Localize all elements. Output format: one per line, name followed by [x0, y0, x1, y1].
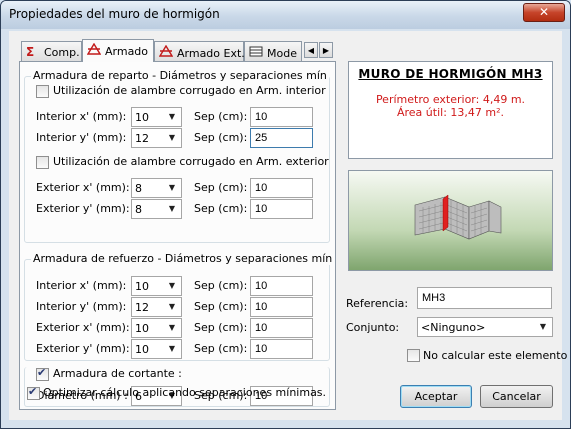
- refuerzo-exterior-x-select[interactable]: 10 ▼: [131, 318, 182, 338]
- preview-area: Área útil: 13,47 m².: [396, 106, 505, 119]
- tab-mode[interactable]: Mode: [244, 41, 302, 61]
- dropdown-arrow-icon: ▼: [168, 281, 176, 290]
- refuerzo-group-title: Armadura de refuerzo - Diámetros y separ…: [31, 252, 335, 265]
- reparto-row-label: Exterior y' (mm):: [36, 202, 130, 215]
- interior-wire-label: Utilización de alambre corrugado en Arm.…: [53, 84, 326, 97]
- refuerzo-exterior-y-sep-input[interactable]: [250, 339, 313, 359]
- reparto-group-title: Armadura de reparto - Diámetros y separa…: [31, 69, 329, 82]
- cortante-label: Armadura de cortante :: [53, 367, 182, 380]
- select-value: 12: [135, 132, 149, 145]
- dropdown-arrow-icon: ▼: [168, 133, 176, 142]
- tab-scroll-left-button[interactable]: ◀: [304, 42, 318, 58]
- close-button[interactable]: ✕: [523, 3, 565, 22]
- wall-3d-render-icon: [414, 194, 502, 240]
- reparto-exterior-x-select[interactable]: 8 ▼: [131, 178, 182, 198]
- select-value: 10: [135, 111, 149, 124]
- sep-label: Sep (cm):: [194, 181, 248, 194]
- sep-label: Sep (cm):: [194, 131, 248, 144]
- no-calcular-label: No calcular este elemento: [423, 349, 568, 362]
- tab-armado-label: Armado: [105, 45, 149, 58]
- sep-label: Sep (cm):: [194, 110, 248, 123]
- dropdown-arrow-icon: ▼: [168, 323, 176, 332]
- wall-3d-view[interactable]: [348, 170, 553, 271]
- dropdown-arrow-icon: ▼: [168, 183, 176, 192]
- optimize-checkbox[interactable]: [27, 385, 40, 400]
- preview-title: MURO DE HORMIGÓN MH3: [358, 67, 543, 81]
- refuerzo-interior-y-sep-input[interactable]: [250, 297, 313, 317]
- reparto-exterior-y-select[interactable]: 8 ▼: [131, 199, 182, 219]
- tab-armado[interactable]: Armado: [82, 39, 154, 62]
- exterior-wire-checkbox[interactable]: [36, 156, 49, 169]
- sep-label: Sep (cm):: [194, 300, 248, 313]
- refuerzo-row-label: Exterior y' (mm):: [36, 342, 130, 355]
- dropdown-arrow-icon: ▼: [539, 322, 547, 331]
- conjunto-label: Conjunto:: [346, 321, 400, 334]
- select-value: 8: [135, 203, 142, 216]
- rebar-icon: [86, 42, 102, 58]
- sep-label: Sep (cm):: [194, 279, 248, 292]
- refuerzo-group: Armadura de refuerzo - Diámetros y separ…: [24, 252, 335, 361]
- dropdown-arrow-icon: ▼: [168, 204, 176, 213]
- model-icon: [249, 45, 263, 60]
- optimize-label: Optimizar cálculo aplicando separaciones…: [43, 386, 327, 399]
- preview-perimeter: Perímetro exterior: 4,49 m.: [375, 93, 526, 106]
- select-value: <Ninguno>: [421, 321, 486, 334]
- dialog-window: Propiedades del muro de hormigón ✕ Σ Comp…: [0, 0, 571, 429]
- select-value: 10: [135, 322, 149, 335]
- sep-label: Sep (cm):: [194, 342, 248, 355]
- wall-info-preview: MURO DE HORMIGÓN MH3 Perímetro exterior:…: [348, 61, 553, 159]
- tab-armado-ext[interactable]: Armado Ext.: [154, 41, 245, 61]
- select-value: 12: [135, 301, 149, 314]
- referencia-label: Referencia:: [346, 297, 409, 310]
- sigma-icon: Σ: [26, 45, 35, 59]
- referencia-input[interactable]: [417, 287, 552, 309]
- dialog-client: Σ Comp. Armado Armado Ext. Mode ◀ ▶ Armad…: [9, 31, 567, 420]
- refuerzo-exterior-x-sep-input[interactable]: [250, 318, 313, 338]
- reparto-exterior-x-sep-input[interactable]: [250, 178, 313, 198]
- accept-button[interactable]: Aceptar: [400, 385, 472, 408]
- sep-label: Sep (cm):: [194, 321, 248, 334]
- dropdown-arrow-icon: ▼: [168, 344, 176, 353]
- tab-comp-label: Comp.: [44, 46, 80, 59]
- reparto-interior-x-sep-input[interactable]: [250, 107, 313, 127]
- reparto-group: Armadura de reparto - Diámetros y separa…: [24, 69, 330, 243]
- cortante-checkbox[interactable]: [36, 366, 49, 381]
- refuerzo-interior-y-select[interactable]: 12 ▼: [131, 297, 182, 317]
- sep-label: Sep (cm):: [194, 202, 248, 215]
- rebar-icon: [158, 44, 174, 60]
- reparto-interior-y-select[interactable]: 12 ▼: [131, 128, 182, 148]
- interior-wire-checkbox[interactable]: [36, 85, 49, 98]
- exterior-wire-label: Utilización de alambre corrugado en Arm.…: [53, 155, 329, 168]
- cancel-button[interactable]: Cancelar: [480, 385, 553, 408]
- no-calcular-checkbox[interactable]: [407, 349, 420, 362]
- reparto-row-label: Interior x' (mm):: [36, 110, 127, 123]
- tab-comp[interactable]: Σ Comp.: [21, 41, 82, 61]
- tab-armado-ext-label: Armado Ext.: [177, 47, 245, 60]
- conjunto-select[interactable]: <Ninguno> ▼: [417, 317, 553, 337]
- refuerzo-exterior-y-select[interactable]: 10 ▼: [131, 339, 182, 359]
- dropdown-arrow-icon: ▼: [168, 112, 176, 121]
- refuerzo-row-label: Interior y' (mm):: [36, 300, 127, 313]
- title-bar[interactable]: Propiedades del muro de hormigón ✕: [1, 1, 570, 29]
- reparto-row-label: Exterior x' (mm):: [36, 181, 130, 194]
- armado-tab-panel: Armadura de reparto - Diámetros y separa…: [19, 61, 336, 410]
- refuerzo-interior-x-select[interactable]: 10 ▼: [131, 276, 182, 296]
- reparto-interior-x-select[interactable]: 10 ▼: [131, 107, 182, 127]
- select-value: 10: [135, 343, 149, 356]
- refuerzo-row-label: Interior x' (mm):: [36, 279, 127, 292]
- select-value: 8: [135, 182, 142, 195]
- refuerzo-row-label: Exterior x' (mm):: [36, 321, 130, 334]
- reparto-row-label: Interior y' (mm):: [36, 131, 127, 144]
- window-title: Propiedades del muro de hormigón: [9, 7, 220, 21]
- select-value: 10: [135, 280, 149, 293]
- tab-scroll-right-button[interactable]: ▶: [319, 42, 333, 58]
- tab-mode-label: Mode: [267, 47, 297, 60]
- reparto-exterior-y-sep-input[interactable]: [250, 199, 313, 219]
- reparto-interior-y-sep-input[interactable]: [250, 128, 313, 148]
- dropdown-arrow-icon: ▼: [168, 302, 176, 311]
- refuerzo-interior-x-sep-input[interactable]: [250, 276, 313, 296]
